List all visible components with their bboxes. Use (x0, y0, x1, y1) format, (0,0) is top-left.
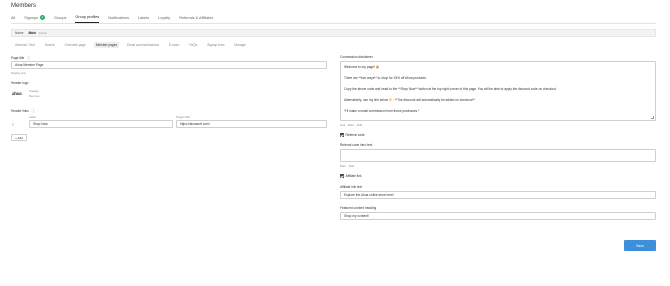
referral-intro-label: Referral code intro text (340, 143, 373, 147)
link-format-button[interactable]: Link (340, 123, 345, 127)
commission-disclaimer-label: Commission disclaimer (340, 55, 373, 59)
disclaimer-line: Welcome to my page! 🎉 (344, 65, 380, 69)
link-target-input[interactable]: https://ahuasurf.com/ (176, 120, 327, 128)
tab-label: Group profiles (75, 15, 100, 19)
subtab-email-communications[interactable]: Email communications (125, 42, 161, 48)
subtab-member-pages[interactable]: Member pages (93, 42, 120, 48)
page-title-label: Page title ⓘ (11, 55, 30, 60)
italic-format-button[interactable]: Italic (349, 164, 355, 168)
tab-label: Groups (53, 15, 67, 20)
page-title-label-text: Page title (11, 56, 25, 60)
link-label-input[interactable]: Shop Now (29, 120, 173, 128)
disclaimer-line: Alternatively, use my link below 👇. **Th… (344, 98, 475, 102)
tab-label: Signups (24, 15, 38, 20)
affiliate-link-text-input[interactable]: Explore the Ahua online store here! (340, 191, 656, 199)
referral-intro-textarea[interactable] (340, 149, 656, 162)
tab-labels[interactable]: Labels (138, 15, 149, 23)
referral-code-toggle[interactable]: Referral code (340, 133, 365, 137)
tab-label: Labels (137, 15, 150, 20)
group-name-label: Name (15, 31, 24, 35)
add-link-button[interactable]: + Add (11, 134, 27, 141)
tab-label: Loyalty (158, 15, 171, 20)
group-name: Main (28, 31, 36, 35)
subtab-overview-page[interactable]: Overview page (63, 42, 88, 48)
logo-actions: Change Remove (29, 89, 39, 99)
drag-handle-icon[interactable]: ⠿ (12, 123, 14, 127)
col-label-header: Label (29, 115, 36, 119)
disclaimer-line: *I'll make a small commission from these… (344, 109, 420, 113)
disclaimer-line: Copy the above code and head to the **Sh… (344, 87, 557, 91)
tab-referrals-affiliates[interactable]: Referrals & Affiliates (179, 15, 213, 23)
logo-remove-link[interactable]: Remove (29, 94, 39, 99)
tab-signups[interactable]: Signups 1 (24, 15, 45, 23)
disclaimer-line: There are **two ways** to shop for 15% o… (344, 76, 427, 80)
col-target-header: Target URL (176, 115, 191, 119)
affiliate-link-toggle[interactable]: Affiliate link (340, 174, 362, 178)
subtab-e-store[interactable]: E-store (167, 42, 181, 48)
subtab-general[interactable]: General / Test (13, 42, 37, 48)
tab-label: All (11, 15, 16, 20)
header-logo-label: Header logo (11, 81, 29, 85)
info-icon[interactable]: ⓘ (32, 109, 35, 113)
affiliate-link-text-label: Affiliate link text (340, 185, 363, 189)
featured-heading-input[interactable]: Shop my content! (340, 212, 656, 220)
tab-label: Referrals & Affiliates (179, 15, 214, 20)
main-tabs: All Signups 1 Groups Group profiles Notif… (11, 15, 222, 23)
tab-notifications[interactable]: Notifications (108, 15, 129, 23)
formatting-links-2: Bold Italic (340, 164, 354, 168)
subtab-orders[interactable]: Orders (43, 42, 57, 48)
bold-format-button[interactable]: Bold (348, 123, 354, 127)
header-logo-image: ahua (12, 91, 22, 96)
affiliate-link-checkbox[interactable] (340, 174, 344, 178)
tab-group-profiles[interactable]: Group profiles (75, 15, 100, 23)
sub-tabs: General / Test Orders Overview page Memb… (13, 42, 254, 48)
referral-code-checkbox-label: Referral code (345, 133, 365, 137)
group-selector[interactable]: Name Main default (11, 29, 656, 37)
formatting-links: Link Bold Italic (340, 123, 363, 127)
referral-code-checkbox[interactable] (340, 133, 344, 137)
info-icon[interactable]: ⓘ (27, 56, 30, 60)
display-icon-label: Display icon (11, 71, 27, 75)
signups-count-badge: 1 (39, 15, 45, 20)
subtab-manage[interactable]: Manage (232, 42, 248, 48)
tabs-divider (11, 23, 656, 24)
subtab-faqs[interactable]: FAQs (187, 42, 199, 48)
header-links-label: Header links ⓘ (11, 108, 35, 113)
commission-disclaimer-textarea[interactable]: Welcome to my page! 🎉 There are **two wa… (340, 61, 656, 121)
header-links-label-text: Header links (11, 109, 29, 113)
group-default-tag: default (38, 31, 47, 35)
tab-label: Notifications (108, 15, 129, 20)
page-title: Members (11, 3, 37, 9)
subtab-signup-form[interactable]: Signup form (205, 42, 226, 48)
featured-heading-label: Featured content heading (340, 206, 377, 210)
page-title-input[interactable]: Ahua Member Page (11, 61, 327, 69)
affiliate-link-checkbox-label: Affiliate link (345, 174, 362, 178)
tab-all[interactable]: All (11, 15, 15, 23)
tab-groups[interactable]: Groups (54, 15, 66, 23)
resize-handle-icon[interactable] (651, 116, 654, 119)
tab-loyalty[interactable]: Loyalty (158, 15, 170, 23)
bold-format-button[interactable]: Bold (340, 164, 346, 168)
save-button[interactable]: Save (624, 240, 656, 251)
italic-format-button[interactable]: Italic (357, 123, 363, 127)
